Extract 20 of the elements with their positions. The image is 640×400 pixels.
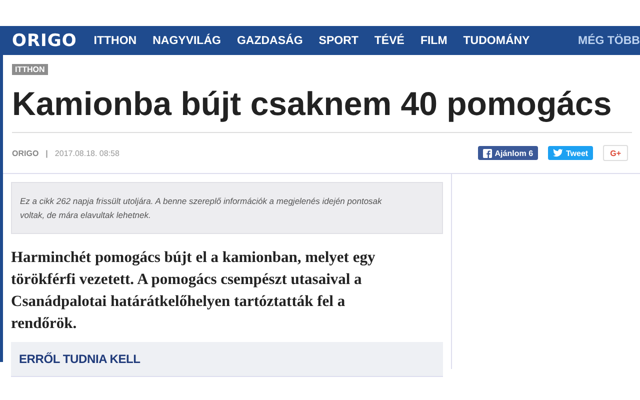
nav-link[interactable]: ITTHON [94, 34, 137, 46]
lead-paragraph: Harminchét pomogács bújt el a kamionban, melyet egy törökférfi vezetett. A pomogács csempészt utasaival a Csanádpalotai határátkelőhelyen tartóztatták fel a rendőrök. [11, 248, 376, 334]
more-link[interactable]: MÉG TÖBB [578, 34, 640, 46]
box-title: ERRŐL TUDNIA KELL [19, 352, 140, 366]
separator: | [46, 148, 48, 158]
nav-link[interactable]: FILM [420, 34, 448, 46]
facebook-share-button[interactable]: Ajánlom 6 [478, 146, 538, 160]
article-title: Kamionba bújt csaknem 40 pomogács [12, 84, 613, 124]
outdated-notice: Ez a cikk 262 napja frissült utoljára. A benne szereplő információk a megjelenés idején pontosak voltak, de mára elavultak lehetnek. [11, 182, 443, 234]
facebook-icon [482, 148, 492, 158]
nav-link[interactable]: NAGYVILÁG [152, 34, 221, 46]
source-label: ORIGO [12, 148, 39, 158]
nav-link[interactable]: SPORT [318, 34, 358, 46]
nav-link[interactable]: TÉVÉ [374, 34, 404, 46]
publish-date: 2017.08.18. 08:58 [54, 148, 120, 158]
nav-link[interactable]: GAZDASÁG [236, 34, 303, 46]
site-logo[interactable]: ORIGO [12, 30, 77, 50]
google-share-button[interactable]: G+ [603, 145, 628, 161]
bird-icon [553, 149, 564, 157]
nav-link[interactable]: TUDOMÁNY [463, 34, 530, 46]
